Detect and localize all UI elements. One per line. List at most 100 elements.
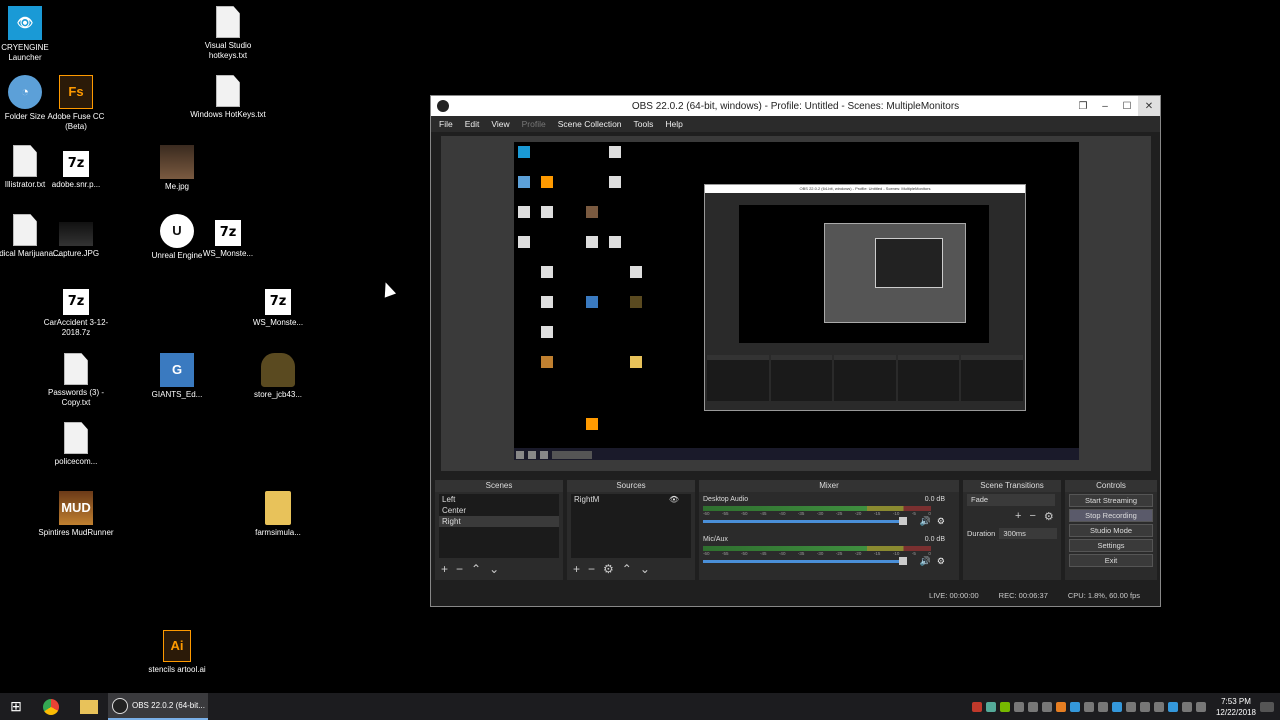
minimize-button[interactable]: – bbox=[1094, 96, 1116, 116]
notification-icon[interactable] bbox=[1260, 701, 1274, 712]
tray-app-icon[interactable] bbox=[1153, 701, 1164, 712]
desktop-icon-caraccident[interactable]: 7z CarAccident 3-12-2018.7z bbox=[36, 283, 116, 338]
preview-canvas[interactable]: OBS 22.0.2 (64-bit, windows) - Profile: … bbox=[514, 142, 1079, 460]
close-button[interactable]: ✕ bbox=[1138, 96, 1160, 116]
desktop-icon-cryengine[interactable]: 👁 CRYENGINE Launcher bbox=[0, 6, 65, 63]
stop-recording-button[interactable]: Stop Recording bbox=[1069, 509, 1153, 522]
desktop-icon-farmsimula[interactable]: farmsimula... bbox=[238, 491, 318, 538]
gear-icon[interactable]: ⚙ bbox=[1044, 510, 1054, 523]
scene-item-center[interactable]: Center bbox=[439, 505, 559, 516]
source-item[interactable]: RightM 👁 bbox=[571, 494, 691, 505]
remove-icon[interactable]: − bbox=[456, 562, 463, 576]
obs-taskbar-button[interactable]: OBS 22.0.2 (64-bit... bbox=[108, 693, 208, 720]
menu-edit[interactable]: Edit bbox=[465, 119, 480, 129]
scene-item-right[interactable]: Right bbox=[439, 516, 559, 527]
desktop-icon-giants[interactable]: G GIANTS_Ed... bbox=[137, 353, 217, 400]
mouse-cursor-icon bbox=[379, 280, 397, 298]
chrome-taskbar-button[interactable] bbox=[32, 693, 70, 720]
gear-icon[interactable]: ⚙ bbox=[937, 556, 945, 567]
speaker-icon[interactable] bbox=[1195, 701, 1206, 712]
menu-profile[interactable]: Profile bbox=[522, 119, 546, 129]
chevron-up-icon[interactable]: ⌃ bbox=[622, 562, 632, 576]
title-bar[interactable]: OBS 22.0.2 (64-bit, windows) - Profile: … bbox=[431, 96, 1160, 116]
tray-app-icon[interactable] bbox=[1069, 701, 1080, 712]
remove-icon[interactable]: − bbox=[588, 562, 595, 576]
slider-handle[interactable] bbox=[899, 517, 907, 525]
mini-desktop-icon bbox=[518, 146, 530, 158]
sources-list: RightM 👁 bbox=[571, 494, 691, 558]
desktop-icon-ws-monster-2[interactable]: 7z WS_Monste... bbox=[238, 283, 318, 328]
text-file-icon bbox=[216, 75, 240, 107]
speaker-icon[interactable]: 🔊 bbox=[920, 516, 931, 527]
desktop-icon-policecom[interactable]: policecom... bbox=[36, 422, 116, 467]
desktop-icon-ws-monster-1[interactable]: 7z WS_Monste... bbox=[188, 214, 268, 259]
menu-file[interactable]: File bbox=[439, 119, 453, 129]
remove-icon[interactable]: − bbox=[1029, 510, 1035, 523]
mini-desktop-icon bbox=[609, 146, 621, 158]
transition-select[interactable]: Fade bbox=[967, 494, 1055, 506]
tray-app-icon[interactable] bbox=[1139, 701, 1150, 712]
tray-app-icon[interactable] bbox=[1055, 701, 1066, 712]
mini-taskbar bbox=[514, 448, 1079, 460]
gear-icon[interactable]: ⚙ bbox=[937, 516, 945, 527]
menu-view[interactable]: View bbox=[491, 119, 509, 129]
desktop-icon-windows-hotkeys[interactable]: Windows HotKeys.txt bbox=[188, 75, 268, 120]
desktop-icon-stencils-ai[interactable]: Ai stencils artool.ai bbox=[137, 630, 217, 675]
desktop-icon-label: Passwords (3) - Copy.txt bbox=[47, 388, 104, 407]
mini-desktop-icon bbox=[586, 296, 598, 308]
desktop-icon-adobe-fuse[interactable]: Fs Adobe Fuse CC (Beta) bbox=[36, 75, 116, 132]
slider-handle[interactable] bbox=[899, 557, 907, 565]
tray-app-icon[interactable] bbox=[971, 701, 982, 712]
desktop-icon-capture-jpg[interactable]: Capture.JPG bbox=[36, 214, 116, 259]
chevron-down-icon[interactable]: ⌄ bbox=[489, 562, 499, 576]
windows-start-icon[interactable]: ⊞ bbox=[0, 693, 32, 720]
meter-ticks: -60 -55 -50 -45 -40 -35 -30 -25 -20 -15 -10 -5 0 bbox=[703, 511, 931, 516]
chevron-down-icon[interactable]: ⌄ bbox=[640, 562, 650, 576]
file-explorer-taskbar-button[interactable] bbox=[70, 693, 108, 720]
desktop-icon-adobe-snr[interactable]: 7z adobe.snr.p... bbox=[36, 145, 116, 190]
nested-docks bbox=[707, 355, 1023, 401]
add-icon[interactable]: + bbox=[1015, 510, 1021, 523]
tray-app-icon[interactable] bbox=[1167, 701, 1178, 712]
nvidia-icon[interactable] bbox=[999, 701, 1010, 712]
speaker-icon[interactable]: 🔊 bbox=[920, 556, 931, 567]
duration-input[interactable]: 300ms bbox=[999, 528, 1058, 539]
tray-app-icon[interactable] bbox=[1083, 701, 1094, 712]
desktop-icon-spintires[interactable]: MUD Spintires MudRunner bbox=[36, 491, 116, 538]
maximize-button[interactable]: ☐ bbox=[1116, 96, 1138, 116]
clock[interactable]: 7:53 PM 12/22/2018 bbox=[1216, 696, 1256, 718]
volume-slider[interactable] bbox=[703, 557, 907, 565]
tray-app-icon[interactable] bbox=[1111, 701, 1122, 712]
tray-app-icon[interactable] bbox=[985, 701, 996, 712]
sources-dock-title: Sources bbox=[567, 480, 695, 492]
tray-app-icon[interactable] bbox=[1013, 701, 1024, 712]
desktop-icon-store-jcb[interactable]: store_jcb43... bbox=[238, 353, 318, 400]
tray-app-icon[interactable] bbox=[1041, 701, 1052, 712]
desktop-icon-me-jpg[interactable]: Me.jpg bbox=[137, 145, 217, 192]
steam-icon[interactable] bbox=[1097, 701, 1108, 712]
tray-app-icon[interactable] bbox=[1125, 701, 1136, 712]
start-streaming-button[interactable]: Start Streaming bbox=[1069, 494, 1153, 507]
studio-mode-button[interactable]: Studio Mode bbox=[1069, 524, 1153, 537]
network-icon[interactable] bbox=[1181, 701, 1192, 712]
chevron-up-icon[interactable]: ⌃ bbox=[471, 562, 481, 576]
system-tray: 7:53 PM 12/22/2018 bbox=[971, 693, 1280, 720]
menu-tools[interactable]: Tools bbox=[634, 119, 654, 129]
tray-app-icon[interactable] bbox=[1027, 701, 1038, 712]
mini-desktop-icon bbox=[541, 356, 553, 368]
add-icon[interactable]: + bbox=[573, 562, 580, 576]
menu-help[interactable]: Help bbox=[665, 119, 682, 129]
giants-editor-icon: G bbox=[160, 353, 194, 387]
desktop-icon-passwords[interactable]: Passwords (3) - Copy.txt bbox=[36, 353, 116, 408]
eye-icon[interactable]: 👁 bbox=[669, 494, 679, 505]
volume-slider[interactable] bbox=[703, 517, 907, 525]
desktop-icon-vs-hotkeys[interactable]: Visual Studio hotkeys.txt bbox=[188, 6, 268, 61]
menu-scene-collection[interactable]: Scene Collection bbox=[558, 119, 622, 129]
add-icon[interactable]: + bbox=[441, 562, 448, 576]
nested-dock bbox=[897, 355, 960, 401]
exit-button[interactable]: Exit bbox=[1069, 554, 1153, 567]
gear-icon[interactable]: ⚙ bbox=[603, 562, 614, 576]
settings-button[interactable]: Settings bbox=[1069, 539, 1153, 552]
restore-icon[interactable]: ❐ bbox=[1072, 96, 1094, 116]
scene-item-left[interactable]: Left bbox=[439, 494, 559, 505]
